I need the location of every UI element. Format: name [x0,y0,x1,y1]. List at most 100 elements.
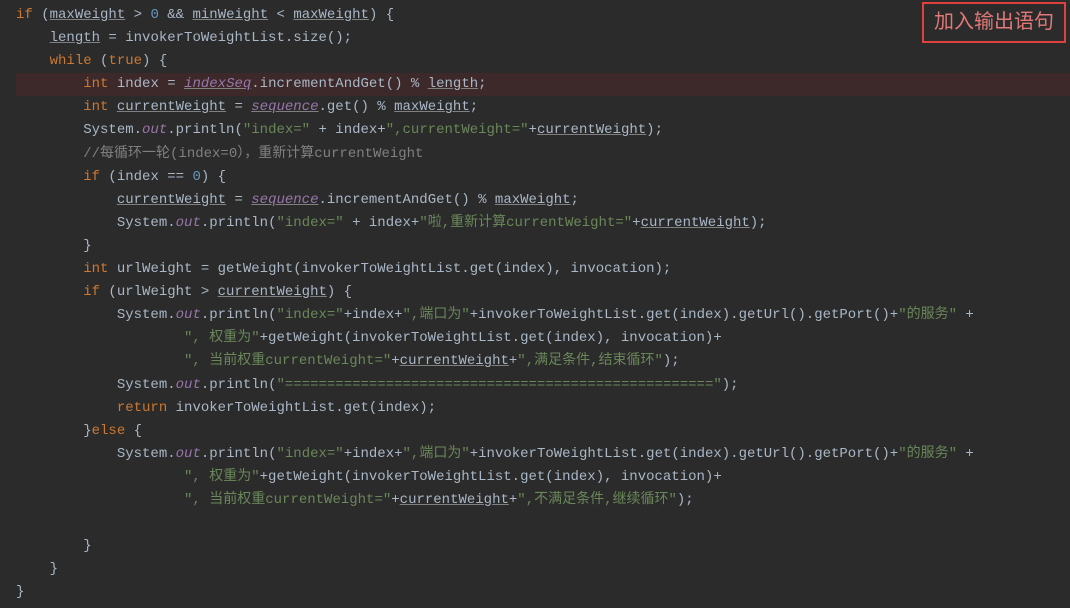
code-token: "index=" [276,446,343,462]
code-token: System. [117,307,176,323]
code-line[interactable]: int urlWeight = getWeight(invokerToWeigh… [16,258,1070,281]
code-token: "index=" [276,307,343,323]
code-token: .println( [201,215,277,231]
code-token: } [83,538,91,554]
code-token: ) { [327,284,352,300]
code-token: indexSeq [184,76,251,92]
code-token: System. [117,377,176,393]
code-token: out [176,307,201,323]
code-line[interactable]: currentWeight = sequence.incrementAndGet… [16,189,1070,212]
code-token: sequence [251,192,318,208]
code-token: System. [117,215,176,231]
code-line[interactable]: } [16,235,1070,258]
code-token: + [391,492,399,508]
code-token: else [92,423,134,439]
code-token [108,99,116,115]
code-token: .incrementAndGet() % [251,76,427,92]
code-token: if [83,284,100,300]
code-token: int [83,76,108,92]
code-line[interactable]: int index = indexSeq.incrementAndGet() %… [16,73,1070,96]
code-token: int [83,261,108,277]
code-token: +invokerToWeightList.get(index).getUrl()… [470,307,898,323]
code-line[interactable]: ", 当前权重currentWeight="+currentWeight+",满… [16,350,1070,373]
code-token: + index+ [310,122,386,138]
code-token: +getWeight(invokerToWeightList.get(index… [260,469,722,485]
code-token: + [957,307,974,323]
code-token: maxWeight [293,7,369,23]
code-token: true [108,53,142,69]
code-token: ", 权重为" [184,330,260,346]
code-token: +invokerToWeightList.get(index).getUrl()… [470,446,898,462]
code-token: + [632,215,640,231]
code-token: } [50,561,58,577]
code-editor[interactable]: if (maxWeight > 0 && minWeight < maxWeig… [0,0,1070,604]
code-token: +getWeight(invokerToWeightList.get(index… [260,330,722,346]
code-line[interactable]: ", 当前权重currentWeight="+currentWeight+",不… [16,489,1070,512]
code-token: ); [663,353,680,369]
code-token: + [391,353,399,369]
code-token: 0 [192,169,200,185]
code-token: index = [108,76,184,92]
code-token: currentWeight [537,122,646,138]
code-line[interactable]: if (index == 0) { [16,166,1070,189]
code-line[interactable]: int currentWeight = sequence.get() % max… [16,96,1070,119]
code-line[interactable]: System.out.println("index="+index+",端口为"… [16,443,1070,466]
code-token: .incrementAndGet() % [318,192,494,208]
code-line[interactable]: while (true) { [16,50,1070,73]
code-line[interactable]: } [16,558,1070,581]
code-line[interactable]: if (maxWeight > 0 && minWeight < maxWeig… [16,4,1070,27]
code-line[interactable]: System.out.println("index=" + index+"啦,重… [16,212,1070,235]
code-line[interactable]: System.out.println("index="+index+",端口为"… [16,304,1070,327]
code-line[interactable]: System.out.println("====================… [16,374,1070,397]
code-line[interactable]: //每循环一轮(index=0），重新计算currentWeight [16,143,1070,166]
code-line[interactable]: ", 权重为"+getWeight(invokerToWeightList.ge… [16,327,1070,350]
code-line[interactable]: return invokerToWeightList.get(index); [16,397,1070,420]
code-token: "的服务" [898,446,957,462]
annotation-text: 加入输出语句 [934,11,1054,33]
code-token: + [957,446,974,462]
code-token: sequence [251,99,318,115]
code-token: > [125,7,150,23]
code-token: 0 [150,7,158,23]
code-token: ); [722,377,739,393]
code-token: = [226,99,251,115]
code-line[interactable] [16,512,1070,535]
code-token: //每循环一轮(index=0），重新计算currentWeight [83,146,423,162]
code-token: ; [571,192,579,208]
code-token: ); [677,492,694,508]
code-line[interactable]: } [16,535,1070,558]
code-token: length [50,30,100,46]
code-token: System. [117,446,176,462]
code-token: "=======================================… [276,377,721,393]
code-line[interactable]: } [16,581,1070,604]
code-token: invokerToWeightList.get(index); [167,400,436,416]
code-token: .println( [167,122,243,138]
code-token: maxWeight [394,99,470,115]
code-token: ", 权重为" [184,469,260,485]
code-line[interactable]: ", 权重为"+getWeight(invokerToWeightList.ge… [16,466,1070,489]
code-token: out [176,377,201,393]
code-token: ); [750,215,767,231]
code-token: ",满足条件,结束循环" [517,353,663,369]
code-token: currentWeight [400,492,509,508]
code-token: "index=" [276,215,343,231]
code-token: ",不满足条件,继续循环" [517,492,677,508]
code-token: } [83,238,91,254]
code-token: { [134,423,142,439]
code-token: if [16,7,33,23]
code-token: ",端口为" [403,307,470,323]
code-line[interactable]: System.out.println("index=" + index+",cu… [16,119,1070,142]
code-token: .println( [201,307,277,323]
code-token: ( [92,53,109,69]
code-line[interactable]: length = invokerToWeightList.size(); [16,27,1070,50]
code-token: .println( [201,446,277,462]
code-token: length [428,76,478,92]
annotation-label: 加入输出语句 [922,2,1066,43]
code-token: .get() % [319,99,395,115]
code-line[interactable]: }else { [16,420,1070,443]
code-token: ", 当前权重currentWeight=" [184,353,391,369]
code-line[interactable]: if (urlWeight > currentWeight) { [16,281,1070,304]
code-token: < [268,7,293,23]
code-token: ( [33,7,50,23]
code-token: = [226,192,251,208]
